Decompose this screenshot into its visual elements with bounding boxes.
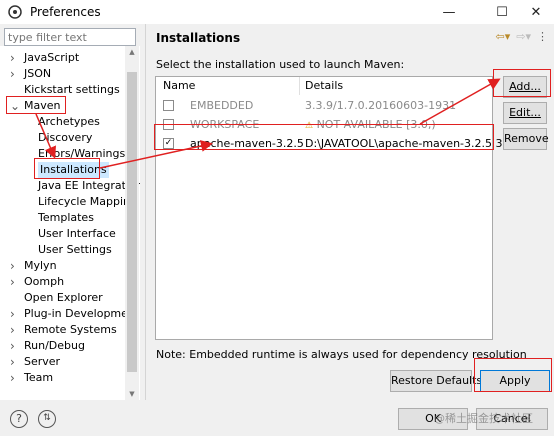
tree-item-plug-in-development[interactable]: Plug-in Development [24,306,139,322]
scrollbar-thumb[interactable] [127,72,137,372]
tree-item-remote-systems[interactable]: Remote Systems [24,322,117,338]
restore-defaults-button[interactable]: Restore Defaults [390,370,482,392]
annotation-box-add [493,69,551,97]
preferences-app-icon [8,5,22,19]
collapse-right-arrow-icon[interactable]: › [10,274,20,290]
pane-divider[interactable] [145,24,146,400]
tree-item-javascript[interactable]: JavaScript [24,50,79,66]
collapse-right-arrow-icon[interactable]: › [10,338,20,354]
installations-table: Name Details EMBEDDED 3.3.9/1.7.0.201606… [155,76,524,340]
collapse-right-arrow-icon[interactable]: › [10,258,20,274]
column-header-name[interactable]: Name [163,77,196,95]
view-menu-icon[interactable]: ⋮ [537,30,548,43]
row-checkbox[interactable] [163,100,174,111]
tree-item-archetypes[interactable]: Archetypes [38,114,100,130]
import-export-icon[interactable]: ⇅ [38,410,56,428]
close-button[interactable]: ✕ [521,0,551,24]
remove-button[interactable]: Remove [503,128,549,150]
filter-input[interactable] [4,28,136,46]
tree-item-team[interactable]: Team [24,370,53,386]
navigation-icons: ⇦▾ ⇨▾ ⋮ [496,30,549,43]
instructions-label: Select the installation used to launch M… [156,58,405,71]
dialog-footer: ? ⇅ OK Cancel @稀土掘金技术社区 [0,400,554,436]
tree-item-open-explorer[interactable]: Open Explorer [24,290,103,306]
collapse-right-arrow-icon[interactable]: › [10,370,20,386]
watermark-text: @稀土掘金技术社区 [434,412,533,425]
maximize-button[interactable]: ☐ [487,0,517,24]
tree-item-lifecycle-mapping[interactable]: Lifecycle Mapping [38,194,137,210]
collapse-right-arrow-icon[interactable]: › [10,322,20,338]
minimize-button[interactable]: — [434,0,464,24]
help-icon[interactable]: ? [10,410,28,428]
back-arrow-icon[interactable]: ⇦▾ [496,30,511,43]
column-header-details[interactable]: Details [305,77,344,95]
tree-item-discovery[interactable]: Discovery [38,130,92,146]
annotation-box-selected-row [154,124,494,150]
collapse-right-arrow-icon[interactable]: › [10,50,20,66]
annotation-box-installations [34,158,100,179]
tree-item-user-settings[interactable]: User Settings [38,242,112,258]
edit-button[interactable]: Edit... [503,102,547,124]
embedded-runtime-note: Note: Embedded runtime is always used fo… [156,348,527,361]
tree-item-user-interface[interactable]: User Interface [38,226,116,242]
annotation-box-maven [6,96,66,114]
table-row[interactable]: EMBEDDED 3.3.9/1.7.0.20160603-1931 [156,96,492,116]
scroll-up-arrow-icon[interactable]: ▲ [125,46,139,58]
collapse-right-arrow-icon[interactable]: › [10,66,20,82]
tree-item-json[interactable]: JSON [24,66,51,82]
annotation-box-apply [474,358,552,392]
page-header: Installations ⇦▾ ⇨▾ ⋮ [146,24,554,50]
tree-item-server[interactable]: Server [24,354,60,370]
installation-details: 3.3.9/1.7.0.20160603-1931 [305,99,457,112]
scroll-down-arrow-icon[interactable]: ▼ [125,388,139,400]
tree-scrollbar[interactable]: ▲ ▼ [125,46,139,400]
forward-arrow-icon[interactable]: ⇨▾ [516,30,531,43]
collapse-right-arrow-icon[interactable]: › [10,354,20,370]
title-bar: Preferences [0,0,554,24]
tree-item-oomph[interactable]: Oomph [24,274,64,290]
column-separator[interactable] [299,77,300,95]
tree-item-templates[interactable]: Templates [38,210,94,226]
tree-item-run-debug[interactable]: Run/Debug [24,338,85,354]
installation-name: EMBEDDED [190,99,254,112]
collapse-right-arrow-icon[interactable]: › [10,306,20,322]
page-title: Installations [156,31,241,45]
tree-item-mylyn[interactable]: Mylyn [24,258,57,274]
window-title: Preferences [30,5,101,19]
